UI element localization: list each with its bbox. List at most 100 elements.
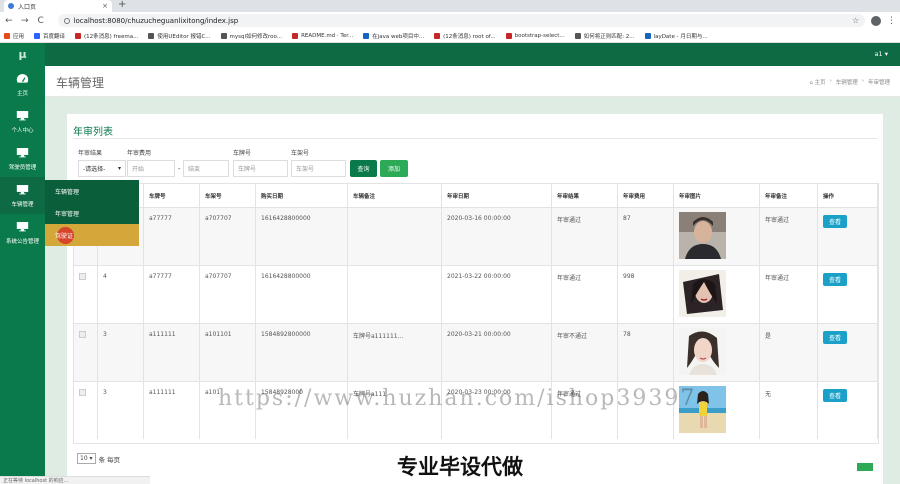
row-checkbox[interactable] [79, 331, 86, 338]
bookmark-item[interactable]: 百度翻译 [34, 32, 65, 40]
review-photo[interactable] [679, 212, 726, 259]
panel-divider [73, 138, 877, 139]
table-row: 4 a77777 a707707 1616428800000 2021-03-22 00… [74, 265, 878, 323]
table-cell-idx: 3 [98, 324, 144, 381]
bookmark-item[interactable]: 如何将正则匹配: 2... [574, 32, 635, 40]
dashboard-icon [16, 73, 29, 86]
sidebar-item-label: 驾驶员管理 [8, 164, 37, 171]
bookmark-favicon-icon [574, 32, 581, 39]
bookmark-favicon-icon [363, 32, 370, 39]
bookmark-item[interactable]: layDate - 月日期与... [644, 32, 708, 40]
annual-review-panel: 年审列表 年审结果 -请选择- ▾ 年审费用 开始 - 结束 车牌号 车牌号 车… [67, 114, 883, 484]
url-bar[interactable]: localhost:8080/chuzucheguanlixitong/inde… [57, 14, 866, 27]
monitor-icon [16, 221, 29, 234]
fee-end-input[interactable]: 结束 [183, 160, 229, 177]
table-cell-plate: a111111 [144, 382, 200, 439]
page-header: 车辆管理 ⌂ 主页 › 车辆管理 › 年审管理 [45, 66, 900, 97]
bookmark-item[interactable]: 在java web项目中... [363, 32, 424, 40]
reload-icon[interactable]: C [36, 16, 46, 26]
table-cell-photo [674, 324, 760, 381]
table-cell-plate: a77777 [144, 208, 200, 265]
table-cell-buy-date: 1616428800000 [256, 208, 348, 265]
table-cell-buy-date: 1584892800000 [256, 324, 348, 381]
breadcrumb-current: 年审管理 [867, 80, 890, 86]
row-checkbox-cell [74, 266, 98, 323]
bookmark-item[interactable]: (12条消息) freema... [75, 32, 138, 40]
row-checkbox[interactable] [79, 273, 86, 280]
sidebar-item[interactable]: 车辆管理 [0, 177, 45, 214]
table-cell-buy-date: 1616428800000 [256, 266, 348, 323]
table-cell-note [348, 208, 442, 265]
frame-input[interactable]: 车架号 [291, 160, 346, 177]
fee-range-separator: - [178, 165, 181, 173]
bookmark-item[interactable]: (12条消息) root of... [434, 32, 496, 40]
view-button[interactable]: 查看 [823, 389, 847, 402]
profile-avatar[interactable] [871, 15, 881, 26]
fee-start-input[interactable]: 开始 [127, 160, 175, 177]
table-cell-frame: a707707 [200, 208, 256, 265]
row-checkbox-cell [74, 382, 98, 439]
bookmark-label: 使用UEditor 报错C... [157, 33, 211, 40]
table-cell-note [348, 266, 442, 323]
column-header: 购买日期 [256, 184, 348, 207]
bookmark-favicon-icon [292, 32, 299, 39]
column-header: 车架号 [200, 184, 256, 207]
search-button[interactable]: 查询 [350, 160, 377, 177]
submenu-item-annual-review[interactable]: 年审管理 [45, 202, 139, 224]
table-cell-date: 2020-03-16 00:00:00 [442, 208, 552, 265]
app-topbar: a1 ▾ [45, 43, 900, 66]
sidebar-item[interactable]: 个人中心 [0, 103, 45, 140]
bookmark-item[interactable]: mysql如何修改roo... [220, 32, 282, 40]
breadcrumb-vehicle[interactable]: 车辆管理 [836, 78, 858, 86]
bookmark-favicon-icon [220, 32, 227, 39]
tab-close-icon[interactable]: × [102, 2, 108, 10]
back-icon[interactable]: ← [4, 16, 14, 26]
table-cell-date: 2020-03-21 00:00:00 [442, 324, 552, 381]
table-cell-fee: 998 [618, 266, 674, 323]
bookmark-favicon-icon [644, 32, 651, 39]
bookmark-label: 如何将正则匹配: 2... [583, 33, 635, 40]
bookmark-label: 应用 [13, 33, 25, 40]
back-to-top-button[interactable] [857, 463, 873, 471]
bookmark-item[interactable]: README.md · Ter... [292, 32, 353, 39]
info-icon[interactable] [63, 17, 70, 24]
page-size-suffix: 条 每页 [98, 455, 121, 464]
table-cell-photo [674, 266, 760, 323]
bookmark-item[interactable]: bootstrap-select... [505, 32, 565, 39]
row-checkbox[interactable] [79, 389, 86, 396]
submenu-item-vehicle[interactable]: 车辆管理 [45, 180, 139, 202]
forward-icon[interactable]: → [20, 16, 30, 26]
browser-menu-icon[interactable]: ⋮ [887, 16, 896, 26]
column-header: 年审备注 [760, 184, 818, 207]
table-cell-action: 查看 [818, 324, 878, 381]
plate-input[interactable]: 车牌号 [233, 160, 288, 177]
new-tab-button[interactable]: + [118, 0, 126, 10]
bookmark-star-icon[interactable]: ☆ [852, 16, 859, 25]
submenu-item-license[interactable]: 驾驶证 [45, 224, 139, 246]
table-cell-action: 查看 [818, 208, 878, 265]
table-row: a77777 a707707 1616428800000 2020-03-16 00:… [74, 207, 878, 265]
sidebar-item[interactable]: 系统公告管理 [0, 214, 45, 251]
bookmark-label: 在java web项目中... [372, 33, 425, 40]
watermark-text: https://www.huzhan.com/ishop39397 [218, 386, 697, 411]
view-button[interactable]: 查看 [823, 273, 847, 286]
view-button[interactable]: 查看 [823, 331, 847, 344]
add-button[interactable]: 添加 [380, 160, 408, 177]
user-menu[interactable]: a1 ▾ [875, 50, 888, 58]
result-select[interactable]: -请选择- ▾ [78, 160, 126, 177]
bookmark-item[interactable]: 使用UEditor 报错C... [148, 32, 211, 40]
sidebar-item[interactable]: 驾驶员管理 [0, 140, 45, 177]
table-cell-frame: a101101 [200, 324, 256, 381]
review-photo[interactable] [679, 270, 726, 317]
sidebar-item-label: 个人中心 [11, 127, 34, 134]
page-size-select[interactable]: 10 ▾ [77, 453, 96, 464]
sidebar-item[interactable]: 主页 [0, 66, 45, 103]
browser-tab[interactable]: 入口页 × [4, 0, 112, 12]
review-photo[interactable] [679, 328, 726, 375]
bookmark-item[interactable]: 应用 [4, 32, 24, 40]
browser-status-bar: 正在等待 localhost 的响应... [0, 476, 150, 484]
breadcrumb-home[interactable]: ⌂ 主页 [809, 78, 825, 86]
column-header: 年审日期 [442, 184, 552, 207]
view-button[interactable]: 查看 [823, 215, 847, 228]
submenu-item-label: 驾驶证 [55, 232, 74, 240]
